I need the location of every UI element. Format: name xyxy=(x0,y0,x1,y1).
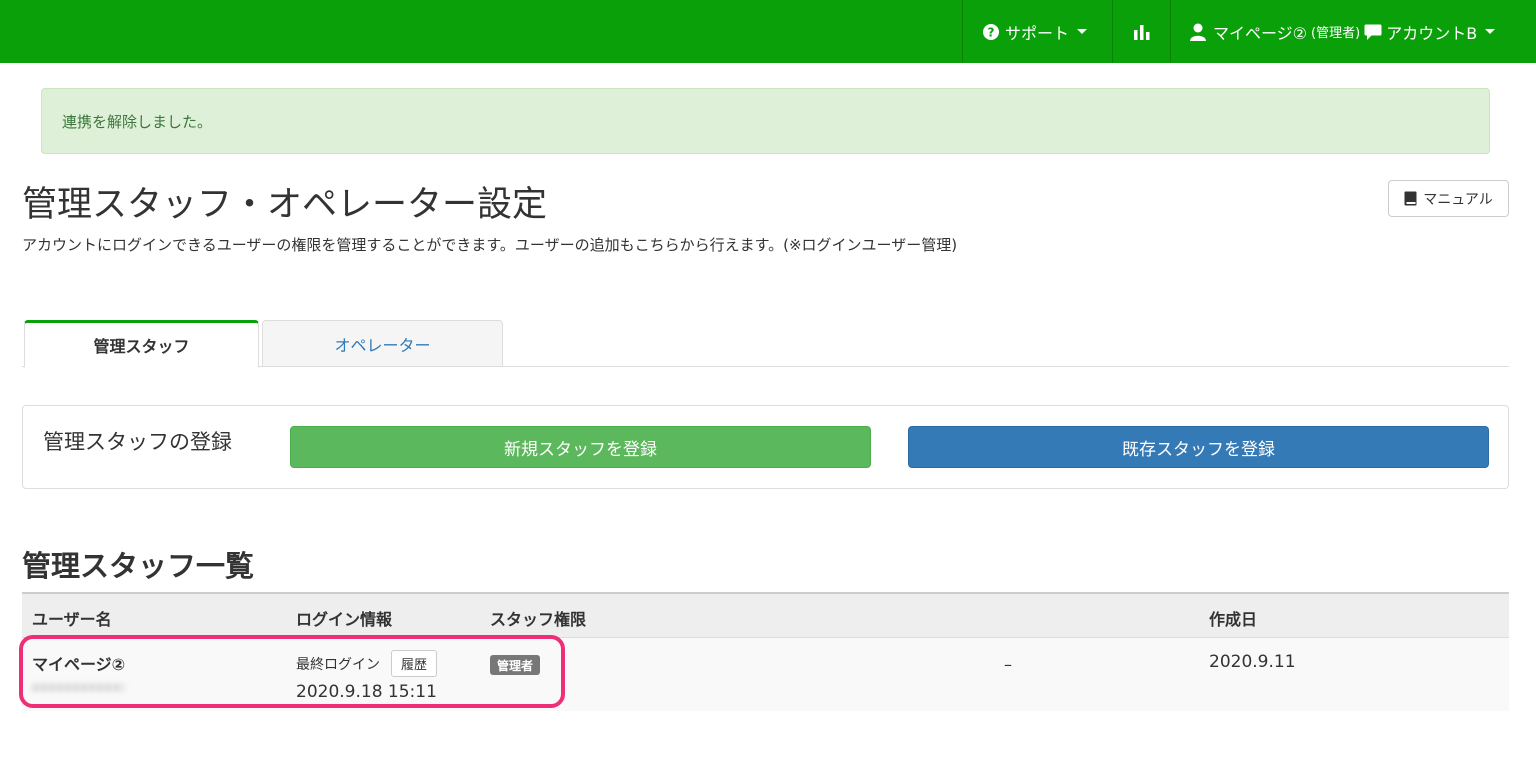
account-name-label: アカウントB xyxy=(1386,23,1478,43)
support-label: サポート xyxy=(1005,23,1070,43)
register-new-staff-button[interactable]: 新規スタッフを登録 xyxy=(290,426,871,468)
page-description: アカウントにログインできるユーザーの権限を管理することができます。ユーザーの追加… xyxy=(22,236,958,254)
page-title: 管理スタッフ・オペレーター設定 xyxy=(22,185,548,225)
staff-list-title: 管理スタッフ一覧 xyxy=(22,549,255,583)
last-login-label: 最終ログイン xyxy=(296,657,380,673)
tab-admin-staff[interactable]: 管理スタッフ xyxy=(24,320,259,368)
stats-menu[interactable] xyxy=(1112,0,1170,63)
register-title: 管理スタッフの登録 xyxy=(43,430,232,454)
manual-button[interactable]: マニュアル xyxy=(1388,180,1509,217)
table-header: ユーザー名 ログイン情報 スタッフ権限 作成日 xyxy=(22,592,1509,638)
register-panel: 管理スタッフの登録 新規スタッフを登録 既存スタッフを登録 xyxy=(22,405,1509,489)
chevron-down-icon xyxy=(1077,29,1088,34)
staff-table: ユーザー名 ログイン情報 スタッフ権限 作成日 マイページ② xxxxxxxxx… xyxy=(22,592,1509,711)
account-role-label: (管理者) xyxy=(1311,26,1361,41)
header-role: スタッフ権限 xyxy=(490,610,587,629)
question-circle-icon: ? xyxy=(983,23,999,40)
tab-operator[interactable]: オペレーター xyxy=(262,320,503,367)
header-user: ユーザー名 xyxy=(32,610,112,629)
chevron-down-icon xyxy=(1485,29,1496,34)
user-icon xyxy=(1190,23,1206,41)
extra-value: – xyxy=(1004,655,1012,674)
svg-text:?: ? xyxy=(988,25,995,39)
user-id-redacted: xxxxxxxxxxxxxx xyxy=(32,680,124,694)
last-login-date: 2020.9.18 15:11 xyxy=(296,682,437,702)
comment-icon xyxy=(1364,24,1382,40)
bar-chart-icon xyxy=(1133,24,1149,40)
table-row: マイページ② xxxxxxxxxxxxxx 最終ログイン 履歴 2020.9.1… xyxy=(22,638,1509,711)
login-history-button[interactable]: 履歴 xyxy=(391,650,437,677)
account-user-label: マイページ② xyxy=(1213,23,1308,43)
navbar-right-menu: ? サポート マイページ② (管理者) アカウントB xyxy=(962,0,1536,63)
manual-label: マニュアル xyxy=(1423,191,1493,208)
header-created: 作成日 xyxy=(1209,610,1258,629)
support-menu[interactable]: ? サポート xyxy=(962,0,1112,63)
alert-message: 連携を解除しました。 xyxy=(62,112,213,131)
user-name: マイページ② xyxy=(32,655,126,674)
top-navbar: ? サポート マイページ② (管理者) アカウントB xyxy=(0,0,1536,63)
created-date: 2020.9.11 xyxy=(1209,652,1296,672)
book-icon xyxy=(1404,191,1417,206)
register-existing-staff-button[interactable]: 既存スタッフを登録 xyxy=(908,426,1489,468)
header-login: ログイン情報 xyxy=(296,610,393,629)
staff-tabs: 管理スタッフ オペレーター xyxy=(22,318,1509,368)
account-menu[interactable]: マイページ② (管理者) アカウントB xyxy=(1170,0,1536,63)
success-alert: 連携を解除しました。 xyxy=(41,88,1490,154)
role-badge: 管理者 xyxy=(490,655,541,675)
